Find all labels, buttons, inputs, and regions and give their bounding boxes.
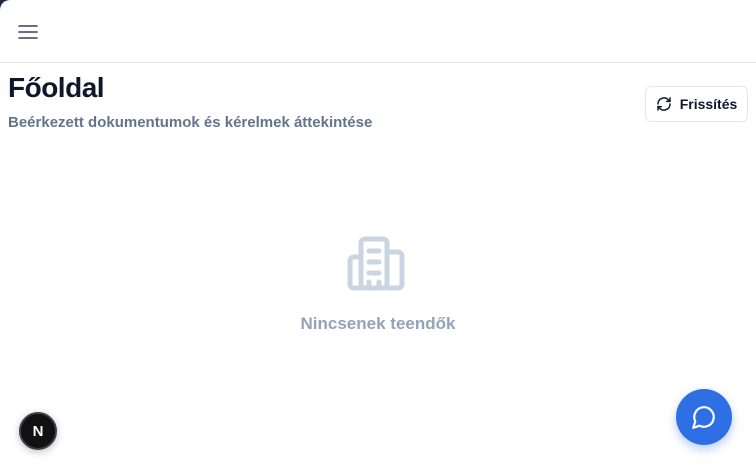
next-badge-letter: N: [32, 422, 44, 440]
page-subtitle: Beérkezett dokumentumok és kérelmek átte…: [8, 114, 373, 131]
building-icon: [347, 236, 405, 291]
page-title: Főoldal: [8, 72, 105, 103]
hamburger-menu-icon: [18, 25, 38, 39]
nextjs-dev-badge[interactable]: N: [19, 412, 57, 450]
refresh-button[interactable]: Frissítés: [645, 86, 748, 122]
top-bar: [0, 0, 756, 63]
empty-state-message: Nincsenek teendők: [300, 314, 456, 333]
chat-bubble-icon: [692, 406, 715, 429]
refresh-label: Frissítés: [679, 96, 738, 112]
app-window: Főoldal Beérkezett dokumentumok és kérel…: [0, 0, 756, 469]
chat-button[interactable]: [676, 389, 732, 445]
refresh-icon: [656, 97, 671, 111]
menu-button[interactable]: [14, 18, 42, 46]
